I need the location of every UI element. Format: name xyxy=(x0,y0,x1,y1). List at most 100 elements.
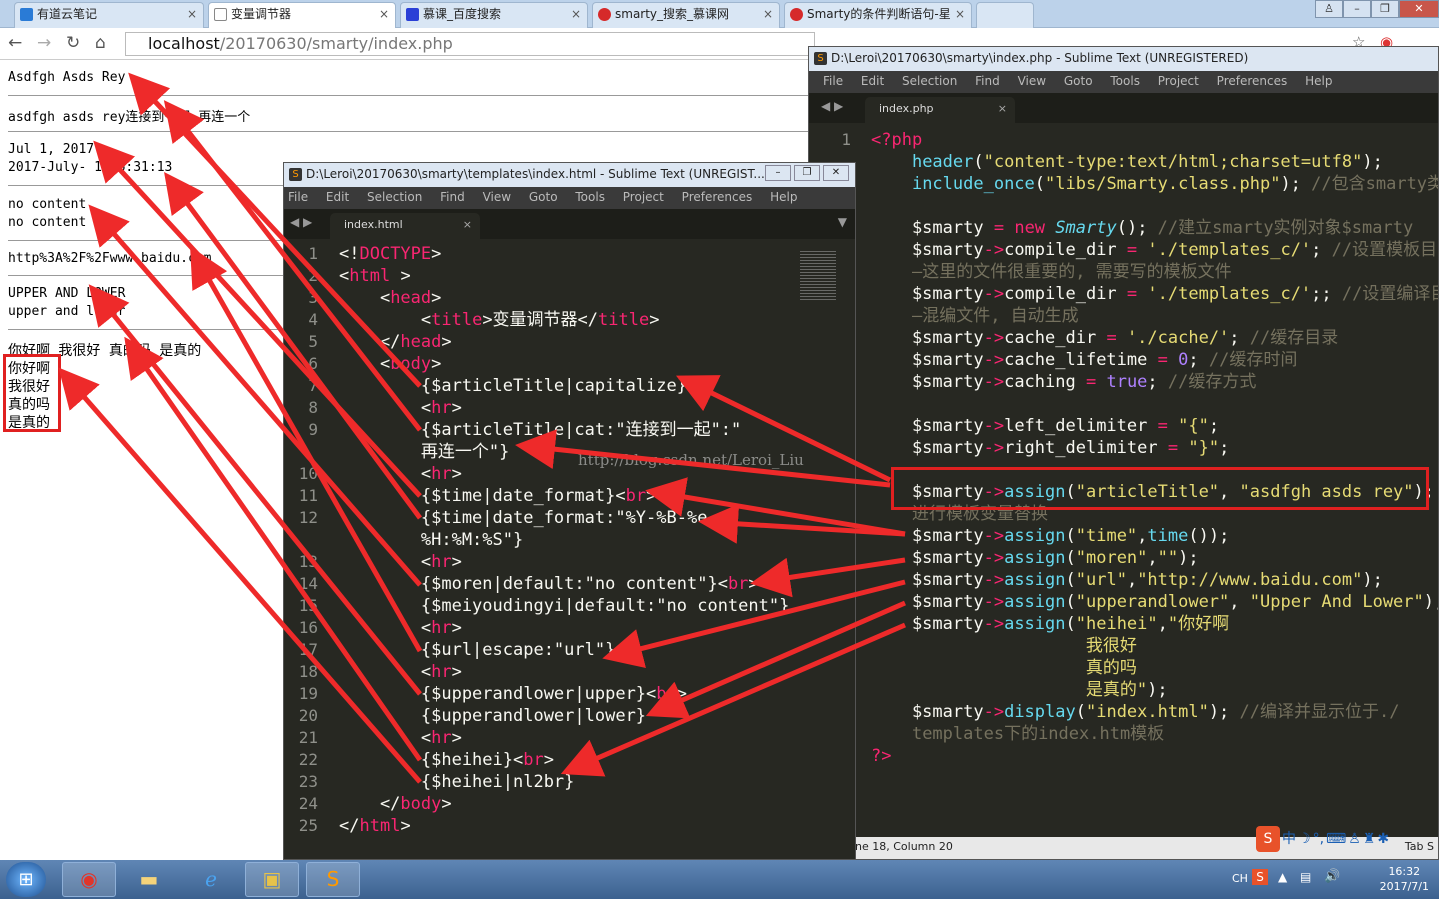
menu-find[interactable]: Find xyxy=(440,190,465,204)
user-icon[interactable]: ♙ xyxy=(1348,826,1361,852)
flame-icon xyxy=(790,8,803,21)
tab-index-php[interactable]: index.php × xyxy=(865,97,1015,123)
user-icon[interactable]: ♙ xyxy=(1315,0,1343,18)
menu-project[interactable]: Project xyxy=(623,190,664,204)
back-icon[interactable]: ← xyxy=(8,33,22,53)
highlight-box xyxy=(891,467,1429,510)
sublime-window-html: S D:\Leroi\20170630\smarty\templates\ind… xyxy=(283,162,856,860)
sogou-icon[interactable]: S xyxy=(1256,826,1280,852)
start-button[interactable]: ⊞ xyxy=(6,862,46,897)
new-tab-button[interactable] xyxy=(976,2,1034,28)
sublime-icon: S xyxy=(326,867,340,891)
taskbar-app[interactable]: ▣ xyxy=(245,862,299,897)
tab-index-html[interactable]: index.html × xyxy=(330,213,480,239)
window-controls: – ❐ ✕ xyxy=(765,165,849,181)
tab-scroll-icon[interactable]: ◀ ▶ xyxy=(290,215,312,229)
menu-goto[interactable]: Goto xyxy=(529,190,558,204)
youdao-icon xyxy=(20,8,33,21)
menu-edit[interactable]: Edit xyxy=(326,190,349,204)
minimize-button[interactable]: – xyxy=(1343,0,1371,18)
reload-icon[interactable]: ↻ xyxy=(66,33,80,53)
menu-tools[interactable]: Tools xyxy=(575,190,605,204)
output-date-custom: 2017-July- 1 16:31:13 xyxy=(8,160,173,175)
tab-close-icon[interactable]: × xyxy=(763,3,773,25)
minimize-button[interactable]: – xyxy=(765,165,791,181)
tab-smarty-conditions[interactable]: Smarty的条件判断语句-星 × xyxy=(784,2,972,28)
menu-tools[interactable]: Tools xyxy=(1110,74,1140,88)
moon-icon[interactable]: ☽ xyxy=(1298,826,1311,852)
shirt-icon[interactable]: ♜ xyxy=(1363,826,1376,852)
tab-baidu[interactable]: 慕课_百度搜索 × xyxy=(400,2,588,28)
close-button[interactable]: ✕ xyxy=(823,165,849,181)
menu-edit[interactable]: Edit xyxy=(861,74,884,88)
sublime-icon: S xyxy=(289,168,302,181)
home-icon[interactable]: ⌂ xyxy=(95,33,106,53)
ie-icon: ℯ xyxy=(205,867,217,891)
php-code[interactable]: <?php header("content-type:text/html;cha… xyxy=(871,129,1438,767)
menu-selection[interactable]: Selection xyxy=(902,74,957,88)
flame-icon xyxy=(598,8,611,21)
menu-view[interactable]: View xyxy=(1018,74,1046,88)
tab-scroll-icon[interactable]: ◀ ▶ xyxy=(821,99,843,113)
menu-find[interactable]: Find xyxy=(975,74,1000,88)
baidu-icon xyxy=(406,8,419,21)
forward-icon[interactable]: → xyxy=(37,33,51,53)
menu-view[interactable]: View xyxy=(483,190,511,204)
taskbar-sublime[interactable]: S xyxy=(306,862,360,897)
output-escape-url: http%3A%2F%2Fwww.baidu.com xyxy=(8,251,212,266)
ime-lang-icon[interactable]: 中 xyxy=(1282,826,1296,852)
taskbar-explorer[interactable]: ▬ xyxy=(122,862,176,897)
menu-preferences[interactable]: Preferences xyxy=(682,190,753,204)
menu-preferences[interactable]: Preferences xyxy=(1217,74,1288,88)
volume-icon[interactable]: 🔊 xyxy=(1324,869,1340,884)
taskbar-chrome[interactable]: ◉ xyxy=(62,862,116,897)
tab-close-icon[interactable]: × xyxy=(187,3,197,25)
url-field[interactable]: localhost/20170630/smarty/index.php xyxy=(125,32,815,56)
tab-variable-modifier[interactable]: 变量调节器 × xyxy=(208,2,396,29)
output-default-2: no content xyxy=(8,215,87,230)
menu-selection[interactable]: Selection xyxy=(367,190,422,204)
sogou-tray-icon[interactable]: S xyxy=(1252,869,1268,885)
taskbar-ie[interactable]: ℯ xyxy=(184,862,238,897)
watermark: http://blog.csdn.net/Leroi_Liu xyxy=(578,451,804,469)
tab-dropdown-icon[interactable]: ▼ xyxy=(838,215,847,229)
output-capitalize: Asdfgh Asds Rey xyxy=(8,70,126,85)
close-icon[interactable]: × xyxy=(998,97,1007,121)
network-icon[interactable]: ▤ xyxy=(1300,870,1311,884)
output-upper: UPPER AND LOWER xyxy=(8,286,126,301)
tray-expand-icon[interactable]: ▲ xyxy=(1278,870,1287,884)
output-cat: asdfgh asds rey连接到一起 再连一个 xyxy=(8,110,251,125)
restore-button[interactable]: ❐ xyxy=(1371,0,1399,18)
tab-close-icon[interactable]: × xyxy=(571,3,581,25)
folder-icon: ▬ xyxy=(139,867,159,891)
menu-bar: File Edit Selection Find View Goto Tools… xyxy=(809,71,1438,93)
menu-goto[interactable]: Goto xyxy=(1064,74,1093,88)
keyboard-icon[interactable]: ⌨ xyxy=(1326,826,1346,852)
tab-youdao[interactable]: 有道云笔记 × xyxy=(14,2,204,28)
tab-close-icon[interactable]: × xyxy=(955,3,965,25)
tools-icon[interactable]: ✱ xyxy=(1377,826,1389,852)
menu-file[interactable]: File xyxy=(823,74,843,88)
tab-imooc-search[interactable]: smarty_搜索_慕课网 × xyxy=(592,2,780,28)
menu-file[interactable]: File xyxy=(288,190,308,204)
output-date-default: Jul 1, 2017 xyxy=(8,142,95,157)
close-button[interactable]: ✕ xyxy=(1399,0,1439,18)
line-numbers: 1 xyxy=(841,130,851,149)
tab-close-icon[interactable]: × xyxy=(379,3,389,25)
window-title: S D:\Leroi\20170630\smarty\index.php - S… xyxy=(809,47,1438,71)
menu-help[interactable]: Help xyxy=(1305,74,1332,88)
menu-help[interactable]: Help xyxy=(770,190,797,204)
template-code[interactable]: <!DOCTYPE> <html > <head> <title>变量调节器</… xyxy=(339,243,789,837)
restore-button[interactable]: ❐ xyxy=(794,165,820,181)
browser-tab-bar: 有道云笔记 × 变量调节器 × 慕课_百度搜索 × smarty_搜索_慕课网 … xyxy=(0,0,1439,29)
language-indicator[interactable]: CH xyxy=(1232,872,1248,885)
close-icon[interactable]: × xyxy=(463,213,472,237)
output-lower: upper and lower xyxy=(8,304,126,319)
punctuation-icon[interactable]: °, xyxy=(1313,826,1324,852)
window-controls: ♙ – ❐ ✕ xyxy=(1315,0,1439,18)
clock[interactable]: 16:32 2017/7/1 xyxy=(1380,864,1429,894)
menu-bar: File Edit Selection Find View Goto Tools… xyxy=(284,187,855,209)
menu-project[interactable]: Project xyxy=(1158,74,1199,88)
divider xyxy=(8,131,808,132)
minimap[interactable] xyxy=(800,251,836,301)
